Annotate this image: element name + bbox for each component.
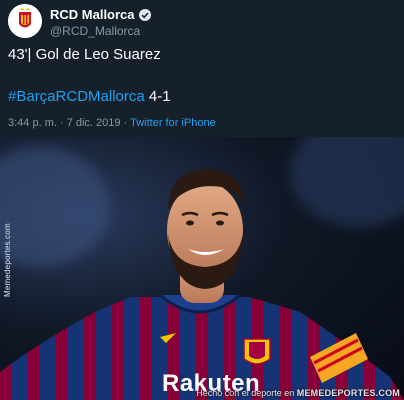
- display-name[interactable]: RCD Mallorca: [50, 7, 135, 22]
- timestamp[interactable]: 3:44 p. m. · 7 dic. 2019 ·: [8, 117, 130, 129]
- avatar[interactable]: [8, 4, 42, 38]
- rcd-mallorca-crest-icon: [8, 4, 42, 38]
- handle[interactable]: @RCD_Mallorca: [50, 24, 140, 38]
- player-illustration: [0, 169, 404, 400]
- source-link[interactable]: Twitter for iPhone: [130, 117, 216, 129]
- tweet-text: 43'| Gol de Leo Suarez: [8, 46, 161, 63]
- tweet-photo[interactable]: Rakuten Memedeportes.com Hecho con el de…: [0, 137, 404, 400]
- name-row: RCD Mallorca: [50, 7, 151, 22]
- side-watermark: Memedeportes.com: [3, 223, 12, 297]
- score-text: 4-1: [148, 88, 171, 105]
- tweet-meta: 3:44 p. m. · 7 dic. 2019 · Twitter for i…: [8, 117, 216, 129]
- footer-watermark: Hecho con el deporte en MEMEDEPORTES.COM: [196, 388, 400, 398]
- verified-badge-icon: [138, 8, 151, 21]
- footer-brand: MEMEDEPORTES.COM: [296, 388, 400, 398]
- hashtag-line: #BarçaRCDMallorca 4-1: [8, 88, 171, 106]
- footer-prefix: Hecho con el deporte en: [196, 388, 297, 398]
- hashtag-link[interactable]: #BarçaRCDMallorca: [8, 88, 145, 105]
- tweet-header: RCD Mallorca @RCD_Mallorca: [8, 4, 398, 40]
